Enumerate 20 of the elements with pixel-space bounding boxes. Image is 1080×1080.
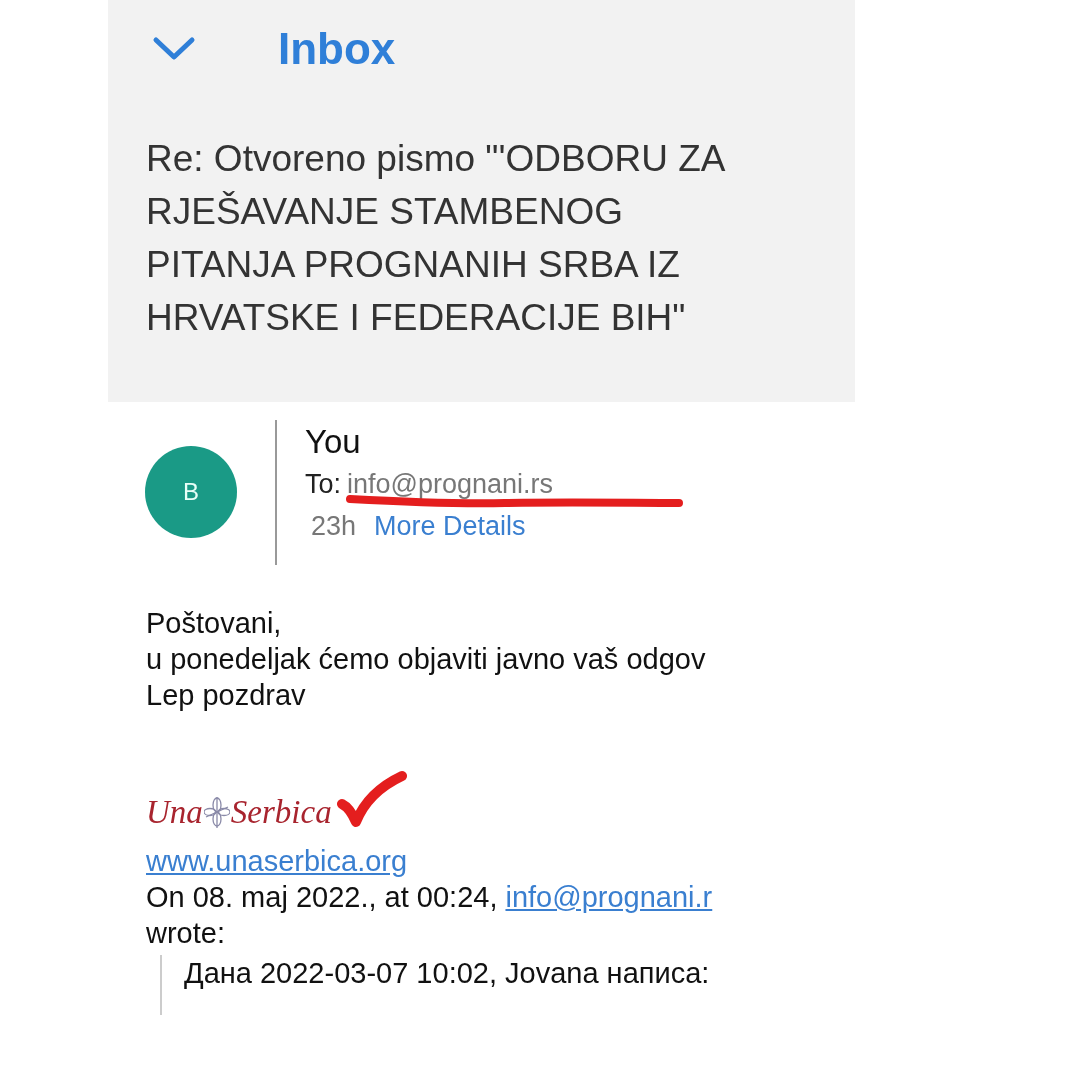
quote-intro: On 08. maj 2022., at 00:24,: [146, 880, 498, 915]
sender-name: You: [305, 422, 362, 462]
folder-title: Inbox: [278, 24, 396, 74]
sender-avatar: B: [145, 446, 237, 538]
flower-icon: [203, 795, 230, 829]
message-line: u ponedeljak ćemo objaviti javno vaš odgov: [146, 642, 707, 677]
recipient-address: info@prognani.rs: [347, 468, 554, 501]
website-link[interactable]: www.unaserbica.org: [146, 843, 855, 879]
message-line: Lep pozdrav: [146, 678, 307, 713]
more-details-link[interactable]: More Details: [374, 504, 526, 548]
logo-text: Serbica: [230, 794, 332, 830]
message-line: Poštovani,: [146, 606, 283, 641]
quote-intro: wrote:: [146, 916, 226, 951]
email-link[interactable]: info@prognani.r: [505, 879, 713, 915]
to-label: To:: [305, 468, 342, 501]
email-subject: Re: Otvoreno pismo "'ODBORU ZA RJEŠAVANJE STAMBENOG PITANJA PROGNANIH SRBA IZ HRVATSKE I FEDERACIJE BIH": [146, 137, 726, 340]
quoted-line: Дана 2022-03-07 10:02, Jovana написа:: [184, 956, 711, 991]
logo-text: Una: [146, 794, 203, 830]
sent-time: 23h: [311, 510, 357, 543]
chevron-down-icon[interactable]: [152, 36, 196, 62]
